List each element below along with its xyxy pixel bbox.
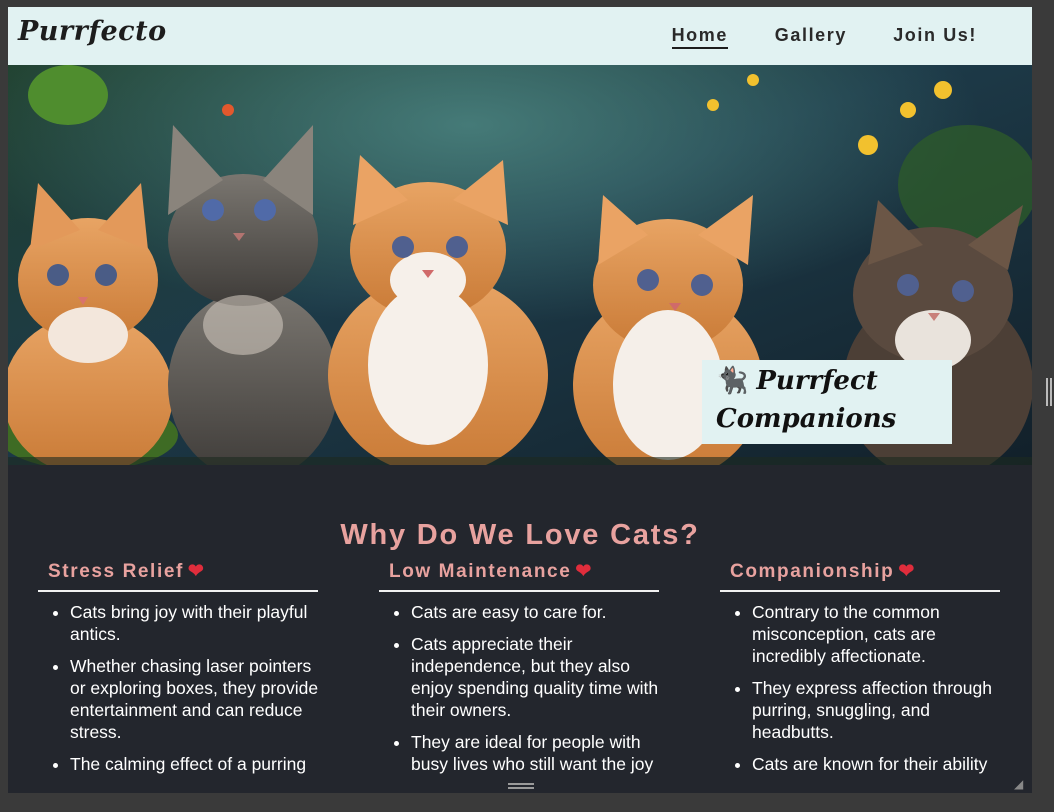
list-item: Cats appreciate their independence, but … bbox=[411, 633, 669, 721]
list-item: They express affection through purring, … bbox=[752, 677, 1010, 743]
list-item: They are ideal for people with busy live… bbox=[411, 731, 669, 775]
reason-column-stress-relief: Stress Relief❤ Cats bring joy with their… bbox=[38, 560, 328, 785]
reason-list: Cats bring joy with their playful antics… bbox=[38, 601, 328, 775]
nav-gallery-link[interactable]: Gallery bbox=[775, 25, 847, 46]
resize-corner-icon[interactable]: ◢ bbox=[1014, 777, 1028, 791]
hero-caption-line2: Companions bbox=[716, 404, 897, 434]
resize-grip-icon[interactable] bbox=[508, 783, 534, 789]
browser-viewport: Purrfecto Home Gallery Join Us! bbox=[8, 7, 1032, 793]
reason-column-companionship: Companionship❤ Contrary to the common mi… bbox=[720, 560, 1010, 785]
hero-caption-card: 🐈‍⬛ Purrfect Companions bbox=[702, 360, 952, 444]
reason-column-low-maintenance: Low Maintenance❤ Cats are easy to care f… bbox=[379, 560, 669, 785]
nav-join-link[interactable]: Join Us! bbox=[893, 25, 977, 46]
reason-list: Contrary to the common misconception, ca… bbox=[720, 601, 1010, 775]
list-item: The calming effect of a purring bbox=[70, 753, 328, 775]
hero-caption-line1: Purrfect bbox=[756, 366, 878, 396]
heart-icon: ❤ bbox=[575, 561, 593, 582]
side-resize-handle[interactable] bbox=[1046, 378, 1052, 406]
list-item: Contrary to the common misconception, ca… bbox=[752, 601, 1010, 667]
reason-list: Cats are easy to care for. Cats apprecia… bbox=[379, 601, 669, 775]
list-item: Cats are known for their ability bbox=[752, 753, 1010, 775]
section-title: Why Do We Love Cats? bbox=[340, 519, 700, 552]
list-item: Cats bring joy with their playful antics… bbox=[70, 601, 328, 645]
column-heading: Companionship bbox=[730, 561, 895, 582]
column-heading: Low Maintenance bbox=[389, 561, 572, 582]
list-item: Cats are easy to care for. bbox=[411, 601, 669, 623]
column-heading: Stress Relief bbox=[48, 561, 184, 582]
nav-home-link[interactable]: Home bbox=[671, 25, 728, 49]
list-item: Whether chasing laser pointers or explor… bbox=[70, 655, 328, 743]
heart-icon: ❤ bbox=[187, 561, 206, 582]
cat-icon: 🐈‍⬛ bbox=[716, 366, 749, 396]
site-logo[interactable]: Purrfecto bbox=[18, 16, 167, 47]
window-bottom-edge bbox=[0, 793, 1054, 812]
heart-icon: ❤ bbox=[898, 561, 916, 582]
hero-banner: 🐈‍⬛ Purrfect Companions bbox=[8, 65, 1032, 465]
site-header: Purrfecto Home Gallery Join Us! bbox=[8, 7, 1032, 65]
